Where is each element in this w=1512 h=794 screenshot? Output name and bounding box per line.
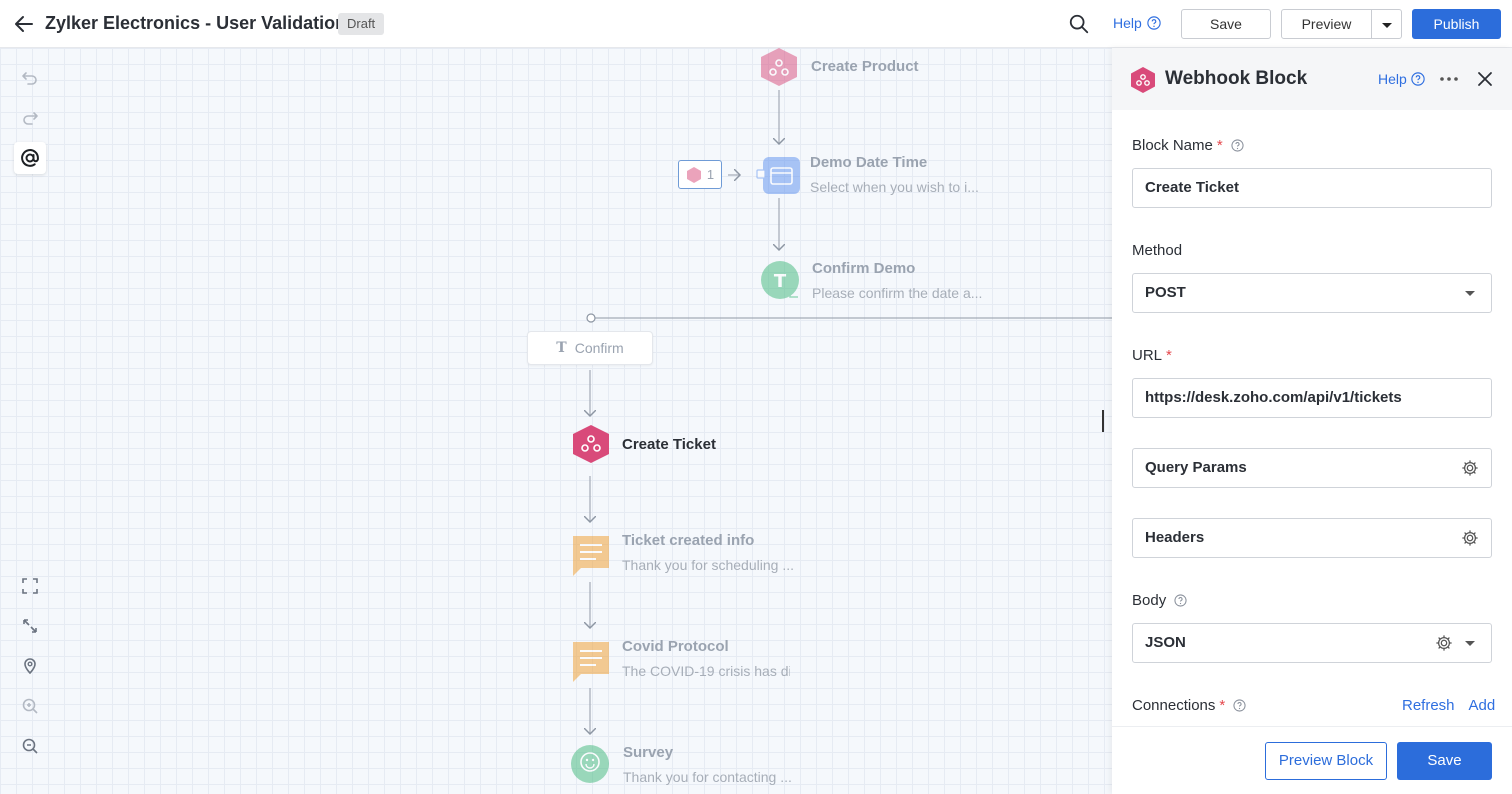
body-label-text: Body — [1132, 592, 1167, 609]
question-circle-icon — [1147, 16, 1161, 30]
text-cursor — [1102, 410, 1104, 432]
more-options-icon[interactable] — [1438, 69, 1460, 89]
flow-canvas[interactable]: T 1 Create Product Demo Date Time Select… — [0, 48, 1112, 794]
page-title: Zylker Electronics - User Validation — [45, 13, 347, 33]
help-link[interactable]: Help — [1113, 15, 1161, 31]
panel-title: Webhook Block — [1165, 68, 1308, 89]
flow-connectors: T — [571, 48, 1112, 783]
connections-label: Connections * — [1132, 697, 1246, 714]
calendar-icon — [756, 157, 800, 194]
info-circle-icon[interactable] — [1174, 594, 1187, 607]
node-title[interactable]: Create Product — [811, 58, 919, 75]
node-title[interactable]: Confirm Demo — [812, 260, 915, 277]
method-select-value: POST — [1145, 284, 1186, 301]
preview-block-button[interactable]: Preview Block — [1265, 742, 1387, 780]
body-type-select[interactable]: JSON — [1132, 623, 1492, 663]
node-subtitle: Please confirm the date a... — [812, 285, 983, 301]
close-icon[interactable] — [1476, 70, 1494, 88]
gear-icon[interactable] — [1461, 459, 1479, 477]
question-circle-icon — [1411, 72, 1425, 86]
chevron-down-icon — [1381, 22, 1392, 28]
url-input[interactable]: https://desk.zoho.com/api/v1/tickets — [1132, 378, 1492, 418]
preview-dropdown-button[interactable] — [1371, 9, 1402, 39]
node-title[interactable]: Create Ticket — [622, 436, 716, 453]
method-select[interactable]: POST — [1132, 273, 1492, 313]
required-asterisk: * — [1166, 347, 1172, 364]
search-icon[interactable] — [1068, 13, 1090, 35]
query-params-field[interactable]: Query Params — [1132, 448, 1492, 488]
chevron-down-icon — [1465, 641, 1475, 646]
node-subtitle: Thank you for scheduling ... — [622, 557, 794, 573]
headers-field[interactable]: Headers — [1132, 518, 1492, 558]
node-subtitle: The COVID-19 crisis has dis — [622, 663, 790, 679]
reference-badge[interactable]: 1 — [678, 160, 722, 189]
reference-badge-count: 1 — [706, 167, 715, 182]
branch-chip[interactable]: T Confirm — [527, 331, 653, 365]
node-title[interactable]: Ticket created info — [622, 532, 754, 549]
webhook-icon — [573, 425, 609, 463]
required-asterisk: * — [1216, 137, 1223, 154]
webhook-block-panel: Webhook Block Help Block Name * Create Ti… — [1112, 48, 1512, 794]
back-arrow-icon[interactable] — [12, 12, 36, 36]
svg-text:T: T — [774, 271, 787, 292]
block-name-label-text: Block Name — [1132, 137, 1213, 154]
node-title[interactable]: Covid Protocol — [622, 638, 729, 655]
panel-help-link[interactable]: Help — [1378, 71, 1425, 87]
save-button[interactable]: Save — [1181, 9, 1271, 39]
message-icon — [573, 642, 609, 682]
top-bar: Zylker Electronics - User Validation Dra… — [0, 0, 1512, 48]
url-label-text: URL — [1132, 347, 1163, 364]
connections-label-text: Connections — [1132, 697, 1216, 714]
webhook-icon — [761, 48, 797, 86]
info-circle-icon[interactable] — [1233, 699, 1246, 712]
url-label: URL * — [1132, 347, 1172, 364]
branch-chip-label: Confirm — [574, 340, 624, 356]
refresh-link[interactable]: Refresh — [1402, 697, 1455, 714]
headers-label: Headers — [1145, 529, 1205, 546]
method-label-text: Method — [1132, 242, 1183, 259]
webhook-icon — [1131, 67, 1155, 93]
smiley-icon — [571, 745, 609, 783]
webhook-icon — [686, 166, 701, 183]
gear-icon[interactable] — [1435, 634, 1453, 652]
block-name-label: Block Name * — [1132, 137, 1244, 154]
node-title[interactable]: Survey — [623, 744, 673, 761]
body-label: Body — [1132, 592, 1187, 609]
node-title[interactable]: Demo Date Time — [810, 154, 927, 171]
text-icon: T — [556, 340, 567, 356]
save-block-button[interactable]: Save — [1397, 742, 1492, 780]
body-type-value: JSON — [1145, 634, 1186, 651]
query-params-label: Query Params — [1145, 459, 1247, 476]
message-icon — [573, 536, 609, 576]
publish-button[interactable]: Publish — [1412, 9, 1501, 39]
help-label: Help — [1113, 15, 1142, 31]
panel-header: Webhook Block Help — [1112, 48, 1512, 110]
help-label: Help — [1378, 71, 1407, 87]
text-input-icon: T — [761, 261, 799, 299]
connections-actions: Refresh Add — [1402, 697, 1495, 714]
preview-button[interactable]: Preview — [1281, 9, 1372, 39]
add-connection-link[interactable]: Add — [1469, 697, 1496, 714]
node-subtitle: Select when you wish to i... — [810, 179, 979, 195]
node-subtitle: Thank you for contacting ... — [623, 769, 792, 785]
chevron-down-icon — [1465, 291, 1475, 296]
panel-footer: Preview Block Save — [1112, 726, 1512, 794]
gear-icon[interactable] — [1461, 529, 1479, 547]
info-circle-icon[interactable] — [1231, 139, 1244, 152]
required-asterisk: * — [1219, 697, 1226, 714]
method-label: Method — [1132, 242, 1182, 259]
block-name-input[interactable]: Create Ticket — [1132, 168, 1492, 208]
status-badge: Draft — [338, 13, 385, 35]
